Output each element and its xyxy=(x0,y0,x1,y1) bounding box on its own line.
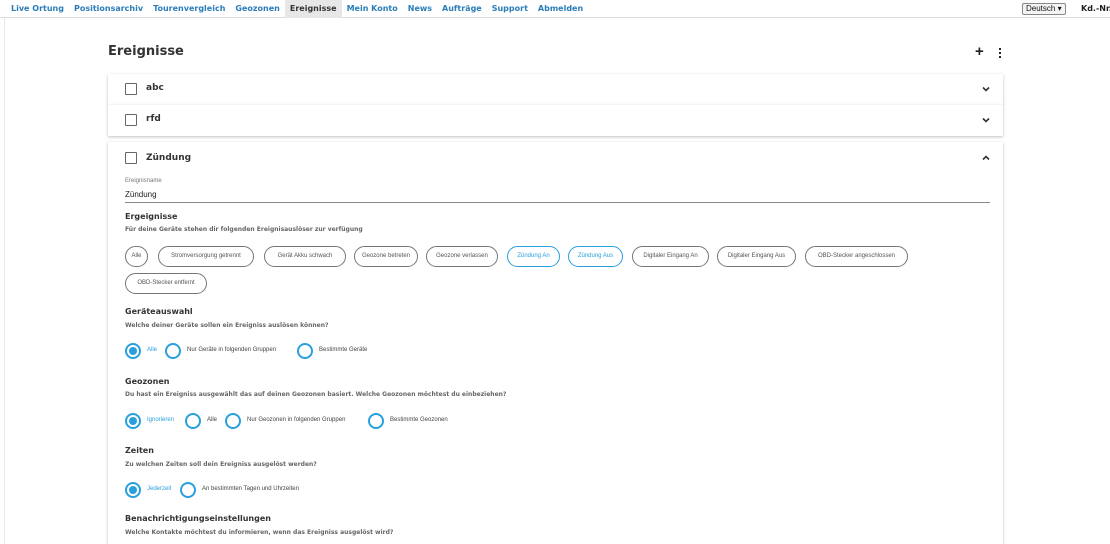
radio-label: Ignorieren xyxy=(147,417,175,423)
event-name-input[interactable]: Zündung xyxy=(125,190,157,199)
radio-label: Jederzeit xyxy=(147,486,172,492)
nav-geozonen[interactable]: Geozonen xyxy=(230,0,284,18)
trigger-chip[interactable]: Geozone verlassen xyxy=(426,246,498,267)
times-description: Zu welchen Zeiten soll dein Ereigniss au… xyxy=(125,461,317,468)
radio-circle xyxy=(185,413,201,429)
geozones-description: Du hast ein Ereigniss ausgewählt das auf… xyxy=(125,391,507,398)
event-panel-header[interactable]: abc xyxy=(108,74,1003,105)
radio-label: Alle xyxy=(147,347,158,353)
trigger-chip[interactable]: Zündung Aus xyxy=(568,246,623,267)
triggers-description: Für deine Geräte stehen dir folgenden Er… xyxy=(125,226,363,233)
nav-tourenvergleich[interactable]: Tourenvergleich xyxy=(148,0,230,18)
nav-links: Live Ortung Positionsarchiv Tourenvergle… xyxy=(6,0,588,18)
radio-label: Bestimmte Geräte xyxy=(319,347,368,353)
nav-auftraege[interactable]: Aufträge xyxy=(437,0,487,18)
trigger-chip[interactable]: Digitaler Eingang Aus xyxy=(717,246,796,267)
nav-live-ortung[interactable]: Live Ortung xyxy=(6,0,69,18)
chevron-up-icon[interactable] xyxy=(981,153,991,163)
chevron-down-icon[interactable] xyxy=(981,115,991,125)
nav-abmelden[interactable]: Abmelden xyxy=(533,0,588,18)
radio-circle xyxy=(225,413,241,429)
trigger-chip[interactable]: Gerät Akku schwach xyxy=(264,246,346,267)
nav-mein-konto[interactable]: Mein Konto xyxy=(342,0,403,18)
event-name-zuendung: Zündung xyxy=(146,153,192,163)
nav-news[interactable]: News xyxy=(403,0,437,18)
radio-circle xyxy=(180,482,196,498)
notify-title: Benachrichtigungseinstellungen xyxy=(125,514,271,523)
trigger-chip[interactable]: Stromversorgung getrennt xyxy=(158,246,254,267)
devices-radio-group: Alle Nur Geräte in folgenden Gruppen Bes… xyxy=(125,343,525,359)
event-panel-header[interactable]: Zündung xyxy=(108,142,1003,173)
event-name-rfd: rfd xyxy=(146,114,161,124)
trigger-chip[interactable]: Geozone betreten xyxy=(354,246,418,267)
event-name-label: Ereignisname xyxy=(125,178,162,184)
event-panel-rfd[interactable]: rfd xyxy=(108,105,1003,136)
radio-circle xyxy=(165,343,181,359)
event-name-underline xyxy=(125,202,990,203)
more-options-icon[interactable] xyxy=(997,46,1003,60)
radio-label: Nur Geozonen in folgenden Gruppen xyxy=(247,417,346,423)
top-navigation: Live Ortung Positionsarchiv Tourenvergle… xyxy=(0,0,1110,18)
radio-circle xyxy=(297,343,313,359)
event-panel-abc[interactable]: abc xyxy=(108,74,1003,105)
radio-circle xyxy=(125,343,141,359)
radio-circle xyxy=(125,482,141,498)
times-radio-group: Jederzeit An bestimmten Tagen und Uhrzei… xyxy=(125,482,425,498)
trigger-chip[interactable]: OBD-Stecker angeschlossen xyxy=(805,246,908,267)
event-panel-header[interactable]: rfd xyxy=(108,105,1003,136)
event-checkbox-zuendung[interactable] xyxy=(125,152,137,164)
trigger-chip[interactable]: Zündung An xyxy=(507,246,560,267)
trigger-chip[interactable]: OBD-Stecker entfernt xyxy=(125,273,207,294)
triggers-title: Ergeignisse xyxy=(125,212,178,221)
geozones-radio-group: Ignorieren Alle Nur Geozonen in folgende… xyxy=(125,413,525,429)
radio-label: Bestimmte Geozonen xyxy=(390,417,448,423)
radio-label: An bestimmten Tagen und Uhrzeiten xyxy=(202,486,299,492)
devices-title: Geräteauswahl xyxy=(125,307,193,316)
radio-circle xyxy=(368,413,384,429)
trigger-chip[interactable]: Digitaler Eingang An xyxy=(632,246,709,267)
event-panel-zuendung: Zündung Ereignisname Zündung Ergeignisse… xyxy=(108,142,1003,544)
trigger-chip[interactable]: Alle xyxy=(125,246,148,267)
chevron-down-icon[interactable] xyxy=(981,84,991,94)
event-checkbox-abc[interactable] xyxy=(125,83,137,95)
radio-label: Alle xyxy=(207,417,218,423)
times-title: Zeiten xyxy=(125,446,154,455)
add-event-button[interactable]: + xyxy=(975,44,984,59)
nav-positionsarchiv[interactable]: Positionsarchiv xyxy=(69,0,148,18)
customer-number-label: Kd.-Nr. xyxy=(1081,4,1110,13)
notify-description: Welche Kontakte möchtest du informieren,… xyxy=(125,529,394,536)
event-checkbox-rfd[interactable] xyxy=(125,114,137,126)
nav-ereignisse[interactable]: Ereignisse xyxy=(284,0,342,18)
geozones-title: Geozonen xyxy=(125,377,170,386)
radio-circle xyxy=(125,413,141,429)
page-left-border xyxy=(4,18,5,544)
language-select[interactable]: Deutsch ▾ xyxy=(1022,3,1066,15)
page-title: Ereignisse xyxy=(108,44,184,59)
devices-description: Welche deiner Geräte sollen ein Ereignis… xyxy=(125,322,329,329)
nav-support[interactable]: Support xyxy=(487,0,533,18)
radio-label: Nur Geräte in folgenden Gruppen xyxy=(187,347,277,353)
event-name-abc: abc xyxy=(146,83,164,93)
